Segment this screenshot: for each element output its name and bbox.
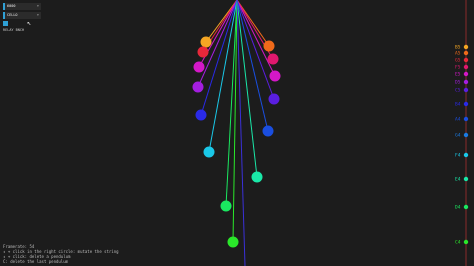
- note-marker[interactable]: [463, 152, 469, 158]
- control-row-2-value: CELLO: [7, 13, 18, 17]
- note-marker[interactable]: [463, 57, 469, 63]
- pendulum-bob[interactable]: [262, 125, 274, 137]
- controls-panel: 6000 ▾ CELLO ▾: [3, 3, 41, 21]
- control-row-1-value: 6000: [7, 4, 16, 8]
- note-label: E5: [455, 72, 461, 78]
- pendulum-bob[interactable]: [197, 46, 209, 58]
- note-marker[interactable]: [463, 87, 469, 93]
- pendulum-bob[interactable]: [268, 93, 280, 105]
- note-label: G4: [455, 133, 461, 139]
- mouse-cursor-icon: ↖: [27, 19, 32, 27]
- help-text: Framerate: 54 ↕ + click in the right cir…: [3, 244, 119, 264]
- note-label: A5: [455, 51, 461, 57]
- pendulum-bob[interactable]: [220, 200, 232, 212]
- note-marker[interactable]: [463, 44, 469, 50]
- checkbox-label: RELAY BNCH: [3, 28, 25, 32]
- note-marker[interactable]: [463, 64, 469, 70]
- note-label: E4: [455, 177, 461, 183]
- note-label: F4: [455, 153, 461, 159]
- pendulum-bob[interactable]: [203, 146, 215, 158]
- note-label: B5: [455, 45, 461, 51]
- note-label: D5: [455, 80, 461, 86]
- note-marker[interactable]: [463, 204, 469, 210]
- control-row-2[interactable]: CELLO ▾: [3, 12, 41, 19]
- pendulum-bob[interactable]: [227, 236, 239, 248]
- note-marker[interactable]: [463, 50, 469, 56]
- pendulum-string: [236, 0, 269, 132]
- pendulum-bob[interactable]: [193, 61, 205, 73]
- note-marker[interactable]: [463, 79, 469, 85]
- note-marker[interactable]: [463, 101, 469, 107]
- control-row-1[interactable]: 6000 ▾: [3, 3, 41, 10]
- pendulum-bob[interactable]: [251, 171, 263, 183]
- pendulum-bob[interactable]: [195, 109, 207, 121]
- help-line-3: C: delete the last pendulum: [3, 259, 69, 264]
- note-label: F5: [455, 65, 461, 71]
- pendulum-bob[interactable]: [192, 81, 204, 93]
- note-marker[interactable]: [463, 116, 469, 122]
- note-marker[interactable]: [463, 71, 469, 77]
- pendulum-bob[interactable]: [200, 36, 212, 48]
- note-marker[interactable]: [463, 239, 469, 245]
- pendulum-string: [236, 0, 276, 77]
- chevron-down-icon: ▾: [36, 4, 39, 8]
- note-label: G5: [455, 58, 461, 64]
- chevron-down-icon: ▾: [36, 13, 39, 17]
- note-label: D4: [455, 205, 461, 211]
- note-marker[interactable]: [463, 132, 469, 138]
- note-label: C5: [455, 88, 461, 94]
- note-label: B4: [455, 102, 461, 108]
- note-marker[interactable]: [463, 176, 469, 182]
- pendulum-string: [236, 0, 246, 266]
- pendulum-bob[interactable]: [263, 40, 275, 52]
- note-label: C4: [455, 240, 461, 246]
- pendulum-bob[interactable]: [267, 53, 279, 65]
- pendulum-bob[interactable]: [269, 70, 281, 82]
- relay-checkbox[interactable]: [3, 21, 8, 26]
- pendulum-canvas[interactable]: B5A5G5F5E5 D5 C5 B4 A4 G4 F4 E4 D4 C4: [0, 0, 474, 266]
- note-label: A4: [455, 117, 461, 123]
